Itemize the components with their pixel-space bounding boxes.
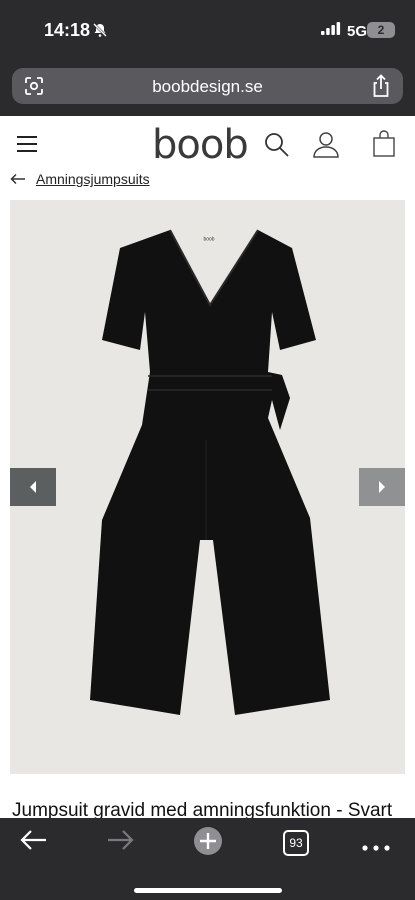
back-arrow-icon[interactable] [10,173,26,185]
home-indicator [134,888,282,893]
menu-icon[interactable] [17,136,37,152]
site-header: boob [0,116,415,168]
account-icon[interactable] [311,130,341,163]
tabs-button[interactable]: 93 [283,830,309,856]
status-time: 14:18 [44,20,91,40]
web-content: boob Amningsjumpsuits boob Jumpsuit grav… [0,116,415,818]
back-icon[interactable] [20,828,48,857]
next-image-button[interactable] [359,468,405,506]
address-bar[interactable]: boobdesign.se [12,68,403,104]
share-icon[interactable] [371,74,391,103]
bell-muted-icon [92,22,108,43]
breadcrumb: Amningsjumpsuits [10,168,150,190]
more-icon[interactable] [362,838,390,856]
search-icon[interactable] [263,131,291,164]
battery-icon: 2 [367,22,395,38]
breadcrumb-link[interactable]: Amningsjumpsuits [36,171,150,187]
chevron-left-icon [30,481,36,493]
product-image-gallery[interactable]: boob [10,200,405,774]
garment-label-tag: boob [203,237,214,243]
product-title: Jumpsuit gravid med amningsfunktion - Sv… [12,800,393,818]
status-bar: 14:18 5G 2 [0,0,415,62]
site-logo[interactable]: boob [152,122,249,168]
new-tab-icon[interactable] [193,826,223,861]
browser-toolbar: 93 [0,818,415,900]
network-label: 5G [346,22,367,40]
product-image: boob [90,229,330,715]
previous-image-button[interactable] [10,468,56,506]
shopping-bag-icon[interactable] [372,130,396,163]
signal-icon [320,22,341,40]
forward-icon[interactable] [106,828,134,857]
url-text[interactable]: boobdesign.se [12,77,403,97]
chevron-right-icon [379,481,385,493]
